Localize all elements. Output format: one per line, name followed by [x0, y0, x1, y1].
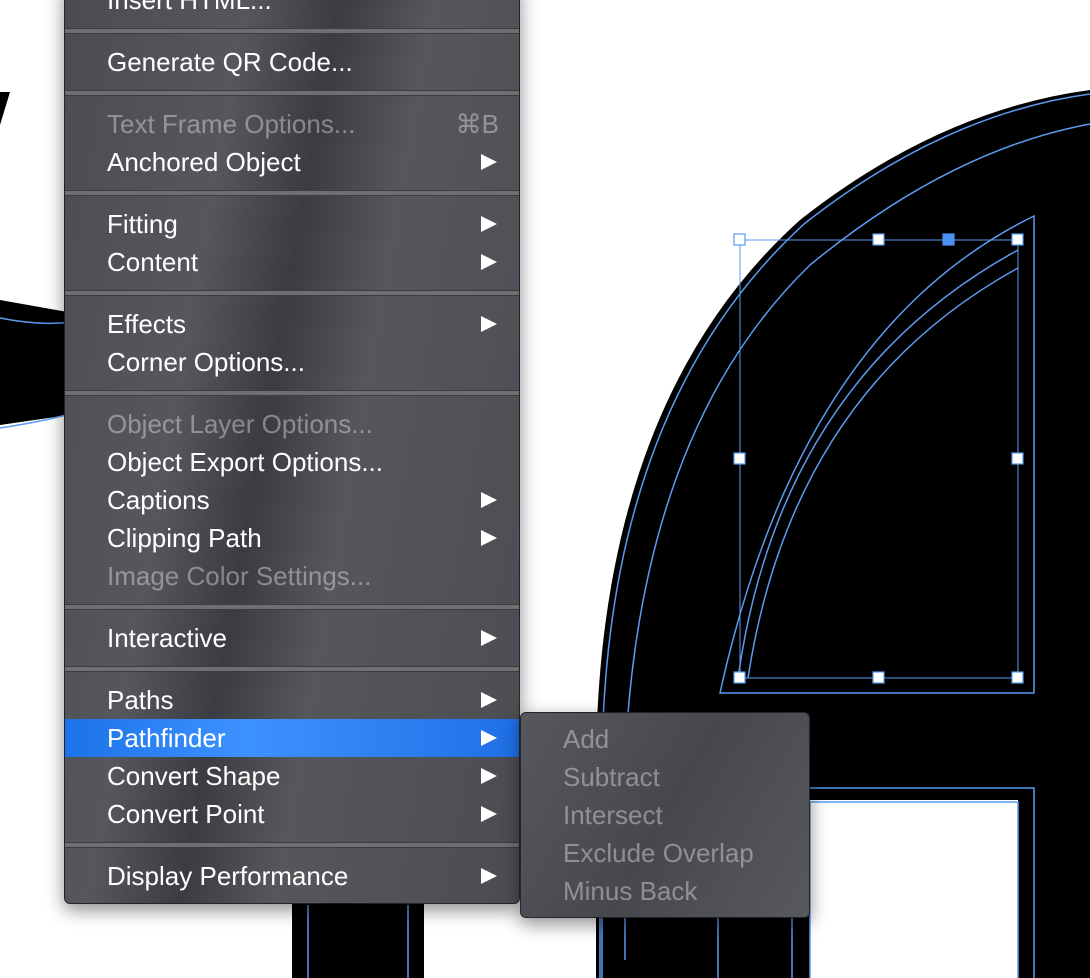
menu-separator: [65, 390, 519, 396]
handle-top-left[interactable]: [733, 233, 746, 246]
submenu-arrow-icon: [481, 630, 497, 646]
menu-item-convert-point[interactable]: Convert Point: [65, 795, 519, 833]
menu-item-label: Generate QR Code...: [107, 47, 353, 77]
submenu-arrow-icon: [481, 154, 497, 170]
submenu-item-subtract: Subtract: [563, 762, 660, 792]
menu-separator: [65, 842, 519, 848]
menu-item-insert-html[interactable]: Insert HTML...: [65, 0, 519, 19]
menu-item-text-frame-options: Text Frame Options... ⌘B: [65, 105, 519, 143]
handle-bottom-center[interactable]: [872, 671, 885, 684]
submenu-arrow-icon: [481, 868, 497, 884]
submenu-arrow-icon: [481, 530, 497, 546]
menu-item-interactive[interactable]: Interactive: [65, 619, 519, 657]
submenu-item-exclude-overlap: Exclude Overlap: [563, 838, 754, 868]
context-menu: Insert HTML... Generate QR Code... Text Fr…: [64, 0, 520, 904]
menu-item-label: Text Frame Options...: [107, 109, 356, 139]
menu-separator: [65, 290, 519, 296]
menu-item-pathfinder[interactable]: Pathfinder: [65, 719, 519, 757]
menu-item-content[interactable]: Content: [65, 243, 519, 281]
menu-item-label: Interactive: [107, 623, 227, 653]
menu-separator: [65, 666, 519, 672]
menu-item-label: Display Performance: [107, 861, 349, 891]
handle-top-right[interactable]: [1011, 233, 1024, 246]
menu-separator: [65, 28, 519, 34]
menu-item-convert-shape[interactable]: Convert Shape: [65, 757, 519, 795]
menu-item-label: Image Color Settings...: [107, 561, 372, 591]
menu-item-object-export-options[interactable]: Object Export Options...: [65, 443, 519, 481]
handle-middle-left[interactable]: [733, 452, 746, 465]
menu-item-paths[interactable]: Paths: [65, 681, 519, 719]
menu-item-generate-qr-code[interactable]: Generate QR Code...: [65, 43, 519, 81]
menu-item-label: Convert Shape: [107, 761, 281, 791]
menu-item-label: Corner Options...: [107, 347, 305, 377]
submenu-arrow-icon: [481, 492, 497, 508]
menu-item-label: Object Layer Options...: [107, 409, 373, 439]
menu-separator: [65, 90, 519, 96]
menu-separator: [65, 604, 519, 610]
submenu-arrow-icon: [481, 806, 497, 822]
menu-item-clipping-path[interactable]: Clipping Path: [65, 519, 519, 557]
menu-item-label: Captions: [107, 485, 210, 515]
handle-bottom-left[interactable]: [733, 671, 746, 684]
menu-item-label: Anchored Object: [107, 147, 301, 177]
submenu-arrow-icon: [481, 216, 497, 232]
submenu-arrow-icon: [481, 692, 497, 708]
menu-item-label: Content: [107, 247, 199, 277]
menu-item-fitting[interactable]: Fitting: [65, 205, 519, 243]
submenu-arrow-icon: [481, 730, 497, 746]
menu-item-label: Fitting: [107, 209, 178, 239]
handle-middle-right[interactable]: [1011, 452, 1024, 465]
menu-item-label: Paths: [107, 685, 174, 715]
menu-separator: [65, 190, 519, 196]
menu-item-label: Convert Point: [107, 799, 265, 829]
submenu-arrow-icon: [481, 316, 497, 332]
menu-item-image-color-settings: Image Color Settings...: [65, 557, 519, 595]
menu-item-captions[interactable]: Captions: [65, 481, 519, 519]
menu-item-effects[interactable]: Effects: [65, 305, 519, 343]
submenu-item-add: Add: [563, 724, 610, 754]
menu-item-label: Clipping Path: [107, 523, 262, 553]
handle-bottom-right[interactable]: [1011, 671, 1024, 684]
menu-item-anchored-object[interactable]: Anchored Object: [65, 143, 519, 181]
pathfinder-submenu: Add Subtract Intersect Exclude Overlap Minus…: [520, 712, 810, 918]
artwork-counter: [810, 800, 1018, 978]
menu-item-label: Insert HTML...: [107, 0, 272, 15]
artwork-stem: [292, 900, 424, 978]
handle-reference-point[interactable]: [942, 233, 955, 246]
menu-item-label: Object Export Options...: [107, 447, 384, 477]
submenu-arrow-icon: [481, 254, 497, 270]
submenu-item-intersect: Intersect: [563, 800, 663, 830]
shortcut-label: ⌘B: [455, 109, 499, 139]
handle-top-center[interactable]: [872, 233, 885, 246]
menu-item-corner-options[interactable]: Corner Options...: [65, 343, 519, 381]
submenu-item-minus-back: Minus Back: [563, 876, 698, 906]
menu-item-label: Effects: [107, 309, 187, 339]
menu-item-object-layer-options: Object Layer Options...: [65, 405, 519, 443]
menu-item-label: Pathfinder: [107, 723, 226, 753]
menu-item-display-performance[interactable]: Display Performance: [65, 857, 519, 895]
submenu-arrow-icon: [481, 768, 497, 784]
